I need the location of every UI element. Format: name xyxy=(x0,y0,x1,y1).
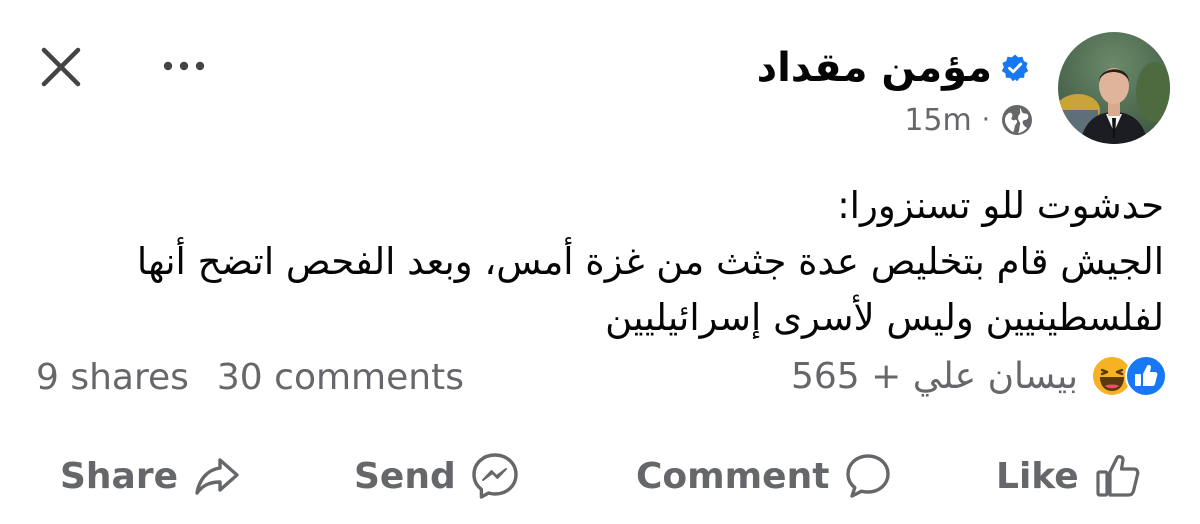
timestamp[interactable]: 15m xyxy=(904,103,971,138)
post-text-line: حدشوت للو تسنزورا: xyxy=(837,184,1164,227)
more-options-button[interactable] xyxy=(160,52,208,80)
thumbs-up-icon xyxy=(1096,455,1140,497)
close-icon xyxy=(41,47,81,87)
post-body: حدشوت للو تسنزورا: الجيش قام بتخليص عدة … xyxy=(34,178,1164,346)
post-meta: 15m · xyxy=(904,98,1034,142)
share-icon xyxy=(195,458,239,495)
send-label: Send xyxy=(354,455,456,497)
reaction-icons xyxy=(1090,354,1168,398)
author-row: مؤمن مقداد xyxy=(757,38,1030,98)
post-text-line: الجيش قام بتخليص عدة جثث من غزة أمس، وبع… xyxy=(136,240,1164,283)
meta-separator: · xyxy=(981,105,990,135)
reactions-summary[interactable]: بيسان علي + 565 xyxy=(791,348,1168,404)
avatar-image xyxy=(1058,32,1170,144)
reactions-text: بيسان علي + 565 xyxy=(790,355,1078,397)
close-button[interactable] xyxy=(36,42,86,92)
author-avatar[interactable] xyxy=(1058,32,1170,144)
more-options-icon xyxy=(163,61,205,71)
send-button[interactable]: Send xyxy=(354,446,520,506)
share-button[interactable]: Share xyxy=(60,446,242,506)
post-text-line: لفلسطينيين وليس لأسرى إسرائيليين xyxy=(605,296,1164,339)
shares-count[interactable]: 9 shares xyxy=(36,357,189,398)
comment-label: Comment xyxy=(636,455,830,497)
comment-button[interactable]: Comment xyxy=(636,446,893,506)
globe-icon[interactable] xyxy=(1000,103,1034,137)
messenger-icon xyxy=(472,453,518,499)
like-icon xyxy=(1125,355,1167,397)
comments-count[interactable]: 30 comments xyxy=(217,357,464,398)
share-label: Share xyxy=(60,455,179,497)
like-label: Like xyxy=(996,455,1079,497)
author-name[interactable]: مؤمن مقداد xyxy=(757,45,992,91)
comment-icon xyxy=(846,454,891,498)
engagement-counts: 9 shares 30 comments xyxy=(36,352,464,402)
verified-badge-icon xyxy=(1001,54,1029,82)
like-button[interactable]: Like xyxy=(996,446,1143,506)
